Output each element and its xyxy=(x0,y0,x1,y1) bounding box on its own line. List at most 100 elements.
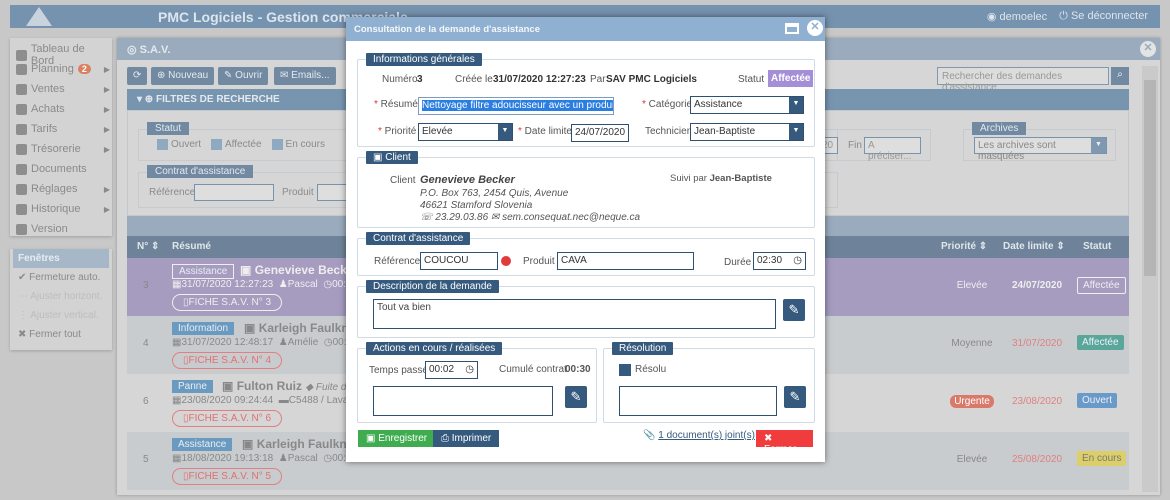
close-dialog-button[interactable]: ✕ xyxy=(807,20,823,36)
resolution-textarea[interactable] xyxy=(619,386,777,416)
sidebar-item[interactable]: Réglages ▶ xyxy=(16,183,110,195)
edit-resolution-button[interactable]: ✎ xyxy=(784,386,806,408)
category-badge: Assistance xyxy=(172,264,235,279)
status-badge: Affectée xyxy=(768,70,814,87)
assistance-dialog: Consultation de la demande d'assistance … xyxy=(346,17,825,462)
sidebar-item[interactable]: Trésorerie ▶ xyxy=(16,143,110,155)
open-button[interactable]: ✎ Ouvrir xyxy=(218,67,269,85)
statut-checkbox[interactable]: Affectée xyxy=(211,139,262,150)
caret-right-icon: ▶ xyxy=(103,144,110,154)
sidebar-item[interactable]: Version xyxy=(16,223,110,235)
notification-badge: 2 xyxy=(77,64,91,74)
edit-description-button[interactable]: ✎ xyxy=(783,299,805,321)
windows-menu-item[interactable]: ✔ Fermeture auto. xyxy=(10,268,112,287)
col-statut[interactable]: Statut xyxy=(1083,241,1111,252)
category-badge: Assistance xyxy=(172,438,233,451)
user-link[interactable]: ◉ demoelec xyxy=(987,10,1047,23)
client-name[interactable]: Genevieve Becker xyxy=(420,174,515,186)
id-card-icon: ▣ xyxy=(373,152,383,163)
emails-button[interactable]: ✉ Emails... xyxy=(274,67,336,85)
sidebar-menu: Tableau de Bord Planning 2 ▶ Ventes ▶ Achats ▶… xyxy=(10,38,112,236)
fiche-sav-button[interactable]: ▯FICHE S.A.V. N° 6 xyxy=(172,410,283,427)
user-icon: ♟ xyxy=(278,453,288,464)
scrollbar-thumb[interactable] xyxy=(1144,80,1156,276)
fiche-sav-button[interactable]: ▯FICHE S.A.V. N° 3 xyxy=(172,294,283,311)
date-limite-input[interactable]: 24/07/2020 xyxy=(571,124,629,142)
close-window-button[interactable]: ✕ xyxy=(1140,41,1156,57)
caret-right-icon: ▶ xyxy=(103,64,110,74)
attachments-link[interactable]: 📎 1 document(s) joint(s) xyxy=(643,430,755,441)
search-input[interactable]: Rechercher des demandes d'assistance xyxy=(937,67,1109,93)
filter-reference-input[interactable] xyxy=(194,184,274,201)
history-icon xyxy=(16,203,27,215)
col-date-limite[interactable]: Date limite ⇕ xyxy=(1003,241,1065,252)
temps-passe-input[interactable]: 00:02 ◷ xyxy=(425,361,478,379)
col-num[interactable]: N° ⇕ xyxy=(137,241,159,252)
id-card-icon: ▣ xyxy=(222,379,234,393)
windows-panel: Fenêtres ✔ Fermeture auto. ⋯ Ajuster hori… xyxy=(10,249,112,350)
calendar-icon xyxy=(16,63,27,75)
category-badge: Panne xyxy=(172,380,213,393)
description-textarea[interactable]: Tout va bien xyxy=(373,299,776,329)
checkbox-icon xyxy=(157,139,168,150)
archives-select[interactable]: Les archives sont masquées ▼ xyxy=(974,137,1107,162)
user-icon: ♟ xyxy=(278,279,288,290)
paperclip-icon: 📎 xyxy=(643,430,656,441)
file-icon xyxy=(16,163,27,175)
sidebar-item[interactable]: Historique ▶ xyxy=(16,203,110,215)
edit-actions-button[interactable]: ✎ xyxy=(565,386,587,408)
col-resume[interactable]: Résumé xyxy=(172,241,211,252)
sidebar-item[interactable]: Tarifs ▶ xyxy=(16,123,110,135)
windows-menu-item[interactable]: ✖ Fermer tout xyxy=(10,325,112,344)
user-icon: ♟ xyxy=(278,337,288,348)
priorite-select[interactable]: Elevée ▼ xyxy=(418,123,513,141)
close-icon: ✖ xyxy=(18,329,27,340)
date-filter: 20 Fin A préciser... xyxy=(818,129,931,162)
duree-input[interactable]: 02:30 ◷ xyxy=(753,252,806,270)
resume-input[interactable]: Nettoyage filtre adoucisseur avec un pro… xyxy=(418,97,614,115)
print-icon: ⎙ xyxy=(441,433,449,444)
print-button[interactable]: ⎙ Imprimer xyxy=(433,430,500,447)
sidebar-item[interactable]: Ventes ▶ xyxy=(16,83,110,95)
contrat-produit-input[interactable]: CAVA xyxy=(557,252,694,270)
save-button[interactable]: ▣ Enregistrer xyxy=(358,430,436,447)
client-section: ▣ Client Client Genevieve Becker P.O. Bo… xyxy=(357,151,815,228)
contract-alert-icon[interactable] xyxy=(501,256,511,266)
statut-checkbox[interactable]: Ouvert xyxy=(157,139,201,150)
search-button[interactable]: ⌕ xyxy=(1111,67,1129,85)
close-button[interactable]: ✖ Fermer xyxy=(756,430,813,455)
description-section: Description de la demande Tout va bien ✎ xyxy=(357,280,815,338)
client-name: ▣ Genevieve Becker xyxy=(240,263,359,277)
windows-title: Fenêtres xyxy=(13,249,109,268)
fiche-sav-button[interactable]: ▯FICHE S.A.V. N° 5 xyxy=(172,468,283,485)
sidebar-item[interactable]: Planning 2 ▶ xyxy=(16,63,110,75)
maximize-icon[interactable] xyxy=(785,23,799,34)
dots-vertical-icon: ⋮ xyxy=(18,310,28,321)
categorie-select[interactable]: Assistance ▼ xyxy=(690,96,804,114)
sidebar-item[interactable]: Documents xyxy=(16,163,110,175)
statut-checkbox[interactable]: En cours xyxy=(271,139,325,150)
resolu-checkbox[interactable] xyxy=(619,364,631,376)
end-date-input[interactable]: A préciser... xyxy=(864,137,921,162)
refresh-button[interactable]: ⟳ xyxy=(127,67,148,85)
checkbox-icon xyxy=(271,139,283,150)
fiche-sav-button[interactable]: ▯FICHE S.A.V. N° 4 xyxy=(172,352,283,369)
sidebar-item[interactable]: Achats ▶ xyxy=(16,103,110,115)
new-button[interactable]: ⊕ Nouveau xyxy=(151,67,215,85)
logout-link[interactable]: ⏻ Se déconnecter xyxy=(1059,10,1148,23)
actions-textarea[interactable] xyxy=(373,386,553,416)
actions-section: Actions en cours / réalisées Temps passé… xyxy=(357,342,597,423)
logo xyxy=(22,5,56,28)
clock-icon: ◷ xyxy=(323,453,333,464)
phone-icon: ☏ xyxy=(420,212,433,223)
col-priorite[interactable]: Priorité ⇕ xyxy=(941,241,987,252)
technicien-select[interactable]: Jean-Baptiste ▼ xyxy=(690,123,804,141)
windows-menu-item: ⋯ Ajuster horizont. xyxy=(18,291,103,302)
close-icon: ✖ xyxy=(764,433,773,444)
checkbox-icon xyxy=(211,139,223,150)
general-section: Informations générales Numéro 3 Créée le… xyxy=(357,53,815,147)
email-link[interactable]: sem.consequat.nec@neque.ca xyxy=(502,212,640,223)
contrat-reference-input[interactable]: COUCOU xyxy=(420,252,498,270)
id-card-icon: ▣ xyxy=(242,437,254,451)
question-icon xyxy=(16,223,27,235)
